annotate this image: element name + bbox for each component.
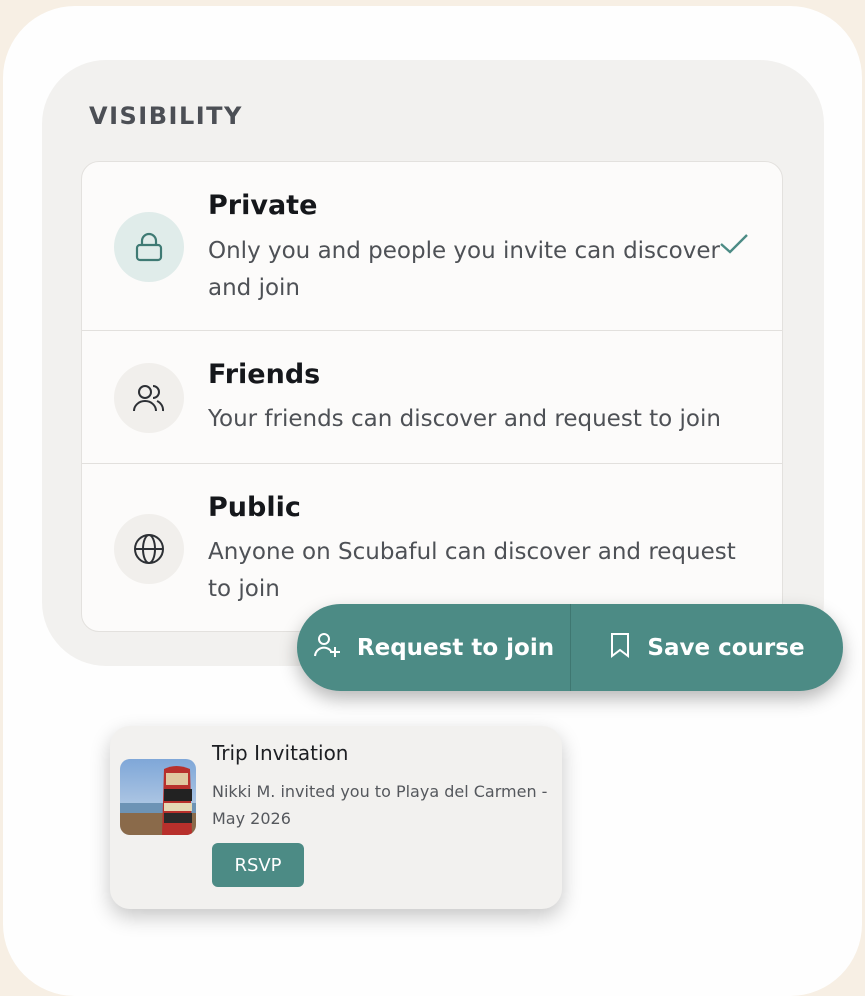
option-description: Your friends can discover and request to…	[208, 406, 721, 432]
notification-body: Nikki M. invited you to Playa del Carmen…	[212, 782, 548, 828]
option-private[interactable]: Private Only you and people you invite c…	[82, 162, 782, 331]
option-title: Public	[208, 492, 301, 523]
check-icon	[718, 232, 750, 260]
trip-thumbnail	[120, 759, 196, 835]
bookmark-icon	[609, 632, 631, 664]
action-bar: Request to join Save course	[297, 604, 843, 691]
option-description: Anyone on Scubaful can discover and requ…	[208, 539, 736, 602]
option-friends[interactable]: Friends Your friends can discover and re…	[82, 331, 782, 464]
lock-icon	[114, 212, 184, 282]
request-to-join-label: Request to join	[356, 634, 555, 661]
rsvp-button[interactable]: RSVP	[212, 843, 304, 887]
request-to-join-button[interactable]: Request to join	[297, 604, 571, 691]
notification-title: Trip Invitation	[212, 741, 349, 765]
save-course-label: Save course	[647, 634, 805, 661]
visibility-heading: VISIBILITY	[89, 102, 243, 130]
globe-icon	[114, 514, 184, 584]
save-course-button[interactable]: Save course	[571, 604, 843, 691]
visibility-options: Private Only you and people you invite c…	[81, 161, 783, 632]
option-title: Private	[208, 190, 318, 221]
option-title: Friends	[208, 359, 321, 390]
add-user-icon	[313, 631, 341, 665]
trip-invitation-notification[interactable]: Trip Invitation Nikki M. invited you to …	[110, 726, 562, 909]
friends-icon	[114, 363, 184, 433]
option-description: Only you and people you invite can disco…	[208, 238, 720, 301]
